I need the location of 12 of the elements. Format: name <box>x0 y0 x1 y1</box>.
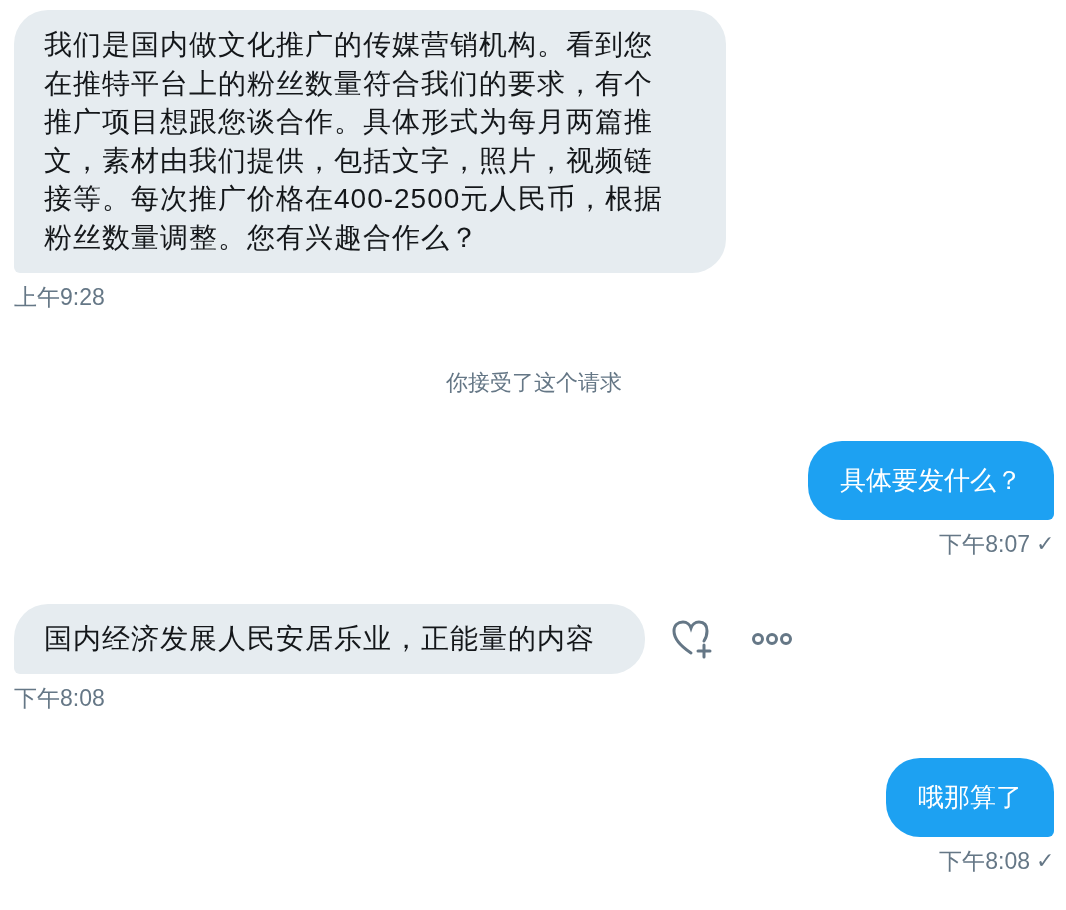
message-bubble: 具体要发什么？ <box>808 441 1054 520</box>
message-time: 上午9:28 <box>14 283 105 311</box>
message-bubble: 哦那算了 <box>886 758 1054 837</box>
message-time: 下午8:07 <box>939 529 1030 558</box>
system-notice: 你接受了这个请求 <box>446 370 622 395</box>
more-icon[interactable] <box>751 631 793 646</box>
message-bubble: 我们是国内做文化推广的传媒营销机构。看到您在推特平台上的粉丝数量符合我们的要求，有个推广项目想跟您谈合作。具体形式为每月两篇推文，素材由我们提供，包括文字，照片，视频链接等。每次推广价格在400-2500元人民币，根据粉丝数量调整。您有兴趣合作么？ <box>14 10 726 273</box>
sent-status: ✓ <box>1036 529 1054 558</box>
message-time: 下午8:08 <box>939 846 1030 875</box>
sent-status: ✓ <box>1036 846 1054 875</box>
message-bubble: 国内经济发展人民安居乐业，正能量的内容 <box>14 603 645 674</box>
message-time: 下午8:08 <box>14 684 105 712</box>
